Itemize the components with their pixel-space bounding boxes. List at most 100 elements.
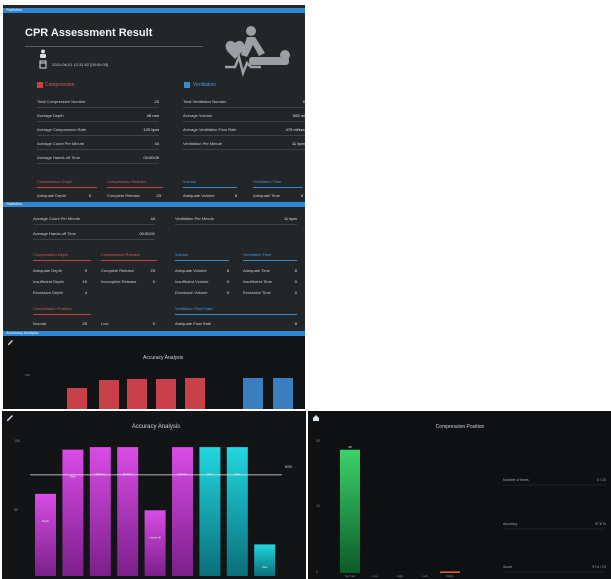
stat-value: 97.6 % — [595, 522, 606, 526]
stat-row-total-compression: Total Compression Number 23 — [37, 98, 159, 108]
preview-bar — [243, 378, 263, 409]
mid-row-excessive-volume: Excessive Volume 0 — [175, 290, 229, 295]
group-row-adequate-volume: Adequate Volume 8 — [183, 193, 237, 198]
user-icon — [40, 49, 46, 58]
mid-row-adequate-volume: Adequate Volume 8 — [175, 268, 229, 273]
preview-bar — [185, 378, 205, 409]
accuracy-bar — [35, 493, 56, 576]
mid-row-excessive-time: Excessive Time 0 — [243, 290, 297, 295]
top-status-bar: Statistics — [3, 7, 305, 13]
accuracy-bar — [199, 447, 221, 576]
preview-title: Accuracy Analysis — [143, 355, 184, 361]
stat-row-total-ventilation: Total Ventilation Number 8 — [183, 98, 305, 108]
position-bar — [340, 449, 360, 573]
edit-icon[interactable] — [6, 414, 14, 422]
mid-row-position-low: Low 0 — [101, 321, 155, 326]
bar-label: Hands-off — [149, 535, 160, 539]
stat-label: Score — [503, 565, 512, 569]
x-tick-label: Right — [446, 574, 453, 578]
chart-title: Accuracy Analysis — [132, 424, 180, 430]
preview-bar — [127, 379, 147, 409]
mid-row-incomplete-release: Incomplete Release 0 — [101, 279, 155, 284]
accuracy-bar — [117, 447, 139, 576]
compression-release-header: Compression Release — [107, 179, 163, 188]
bar-label: Release — [96, 472, 106, 476]
chart-title: Compression Position — [436, 424, 485, 430]
stat-row-count-per-minute: Average Count Per Minute 44 — [37, 140, 159, 150]
stat-row-ventilation-per-minute: Ventilation Per Minute 11 bpm — [183, 140, 305, 150]
y-tick-label: 20 — [316, 439, 320, 443]
mid-row-position-normal: Normal 23 — [33, 321, 87, 326]
bar-label: Volume — [178, 472, 187, 476]
preview-bar — [67, 388, 87, 409]
accuracy-bar — [89, 447, 111, 576]
page-title: CPR Assessment Result — [25, 27, 153, 39]
mid-row-complete-release: Complete Release 23 — [101, 268, 155, 273]
report-panel: Statistics CPR Assessment Result 2024-06… — [3, 5, 305, 409]
stat-row-hands-off-time: Average Hands-off Time 00:00:00 — [37, 154, 159, 164]
mid-row-ventilation-per-minute: Ventilation Per Minute 11 bpm — [175, 215, 297, 225]
mid-row-adequate-flow: Adequate Flow Rate 8 — [175, 321, 297, 326]
bar-label: Position — [123, 472, 133, 476]
mid-position-header: Compression Position — [33, 306, 91, 315]
mid-row-hands-off-time: Average Hands-off Time 00:00:01 — [33, 230, 155, 240]
accuracy-bar — [226, 447, 248, 576]
y-tick-label: 50 — [14, 508, 18, 512]
mid-flow-header: Ventilation Flow Rate — [175, 306, 297, 315]
threshold-label: 80% — [285, 465, 292, 469]
calendar-icon — [39, 60, 47, 69]
bar-label: Depth — [42, 519, 49, 523]
middle-status-bar: Statistics — [3, 201, 305, 207]
group-row-adequate-time: Adequate Time 8 — [253, 193, 303, 198]
ventilation-header: Ventilation — [193, 82, 217, 88]
stat-label: Accuracy — [503, 522, 518, 526]
title-divider — [25, 46, 203, 47]
y-tick-label: 10 — [316, 504, 320, 508]
mid-depth-header: Compression Depth — [33, 252, 91, 261]
bar-label: Rate — [262, 565, 268, 569]
mid-row-adequate-depth: Adequate Depth 9 — [33, 268, 87, 273]
stat-label: Number of times — [503, 478, 529, 482]
bar-label: Time — [234, 472, 240, 476]
preview-bar — [156, 379, 176, 409]
compression-depth-header: Compression Depth — [37, 179, 97, 188]
accuracy-chart-panel: Accuracy Analysis 100 50 80% Depth Rate Re… — [2, 411, 306, 579]
stat-row-average-volume: Average Volume 563 ml — [183, 112, 305, 122]
accuracy-bar — [254, 544, 276, 576]
preview-bar — [273, 378, 293, 409]
y-tick-label: 100 — [14, 439, 20, 443]
group-row-complete-release: Complete Release 23 — [107, 193, 161, 198]
mid-row-count-per-minute: Average Count Per Minute 44 — [33, 215, 155, 225]
compression-position-panel: Compression Position 20 10 0 Normal Low Hi… — [308, 411, 611, 579]
home-icon[interactable] — [312, 414, 320, 422]
accuracy-chart: Accuracy Analysis 100 50 80% Depth Rate Re… — [14, 424, 292, 576]
data-label: 23 — [348, 445, 352, 449]
preview-chart-area: Accuracy Analysis 100 — [3, 336, 305, 409]
mid-row-excessive-depth: Excessive Depth 4 — [33, 290, 87, 295]
preview-ytick: 100 — [25, 373, 31, 377]
x-tick-label: Normal — [345, 574, 355, 578]
x-tick-label: Low — [372, 574, 378, 578]
accuracy-bar-label: Accuracy Analysis — [6, 330, 39, 335]
accuracy-bar — [172, 447, 193, 576]
mid-row-insufficient-time: Insufficient Time 0 — [243, 279, 297, 284]
accuracy-bar — [144, 510, 166, 576]
ventilation-icon — [184, 82, 190, 88]
edit-icon[interactable] — [7, 339, 14, 346]
top-bar-label: Statistics — [6, 7, 23, 12]
x-tick-label: Left — [422, 574, 427, 578]
x-tick-label: High — [397, 574, 404, 578]
stat-row-compression-rate: Average Compression Rate 120 bpm — [37, 126, 159, 136]
group-row-adequate-depth: Adequate Depth 9 — [37, 193, 91, 198]
cpr-illustration-icon — [225, 26, 290, 78]
bar-label: Flow — [207, 472, 213, 476]
position-bar — [440, 571, 460, 573]
mid-row-adequate-time: Adequate Time 8 — [243, 268, 297, 273]
mid-release-header: Compression Release — [101, 252, 157, 261]
accuracy-bar — [62, 449, 84, 576]
ventilation-time-header: Ventilation Time — [253, 179, 303, 188]
compression-icon — [37, 82, 43, 88]
mid-volume-header: Volume — [175, 252, 229, 261]
stat-value: 0 / 23 — [597, 478, 606, 482]
volume-header: Volume — [183, 179, 237, 188]
